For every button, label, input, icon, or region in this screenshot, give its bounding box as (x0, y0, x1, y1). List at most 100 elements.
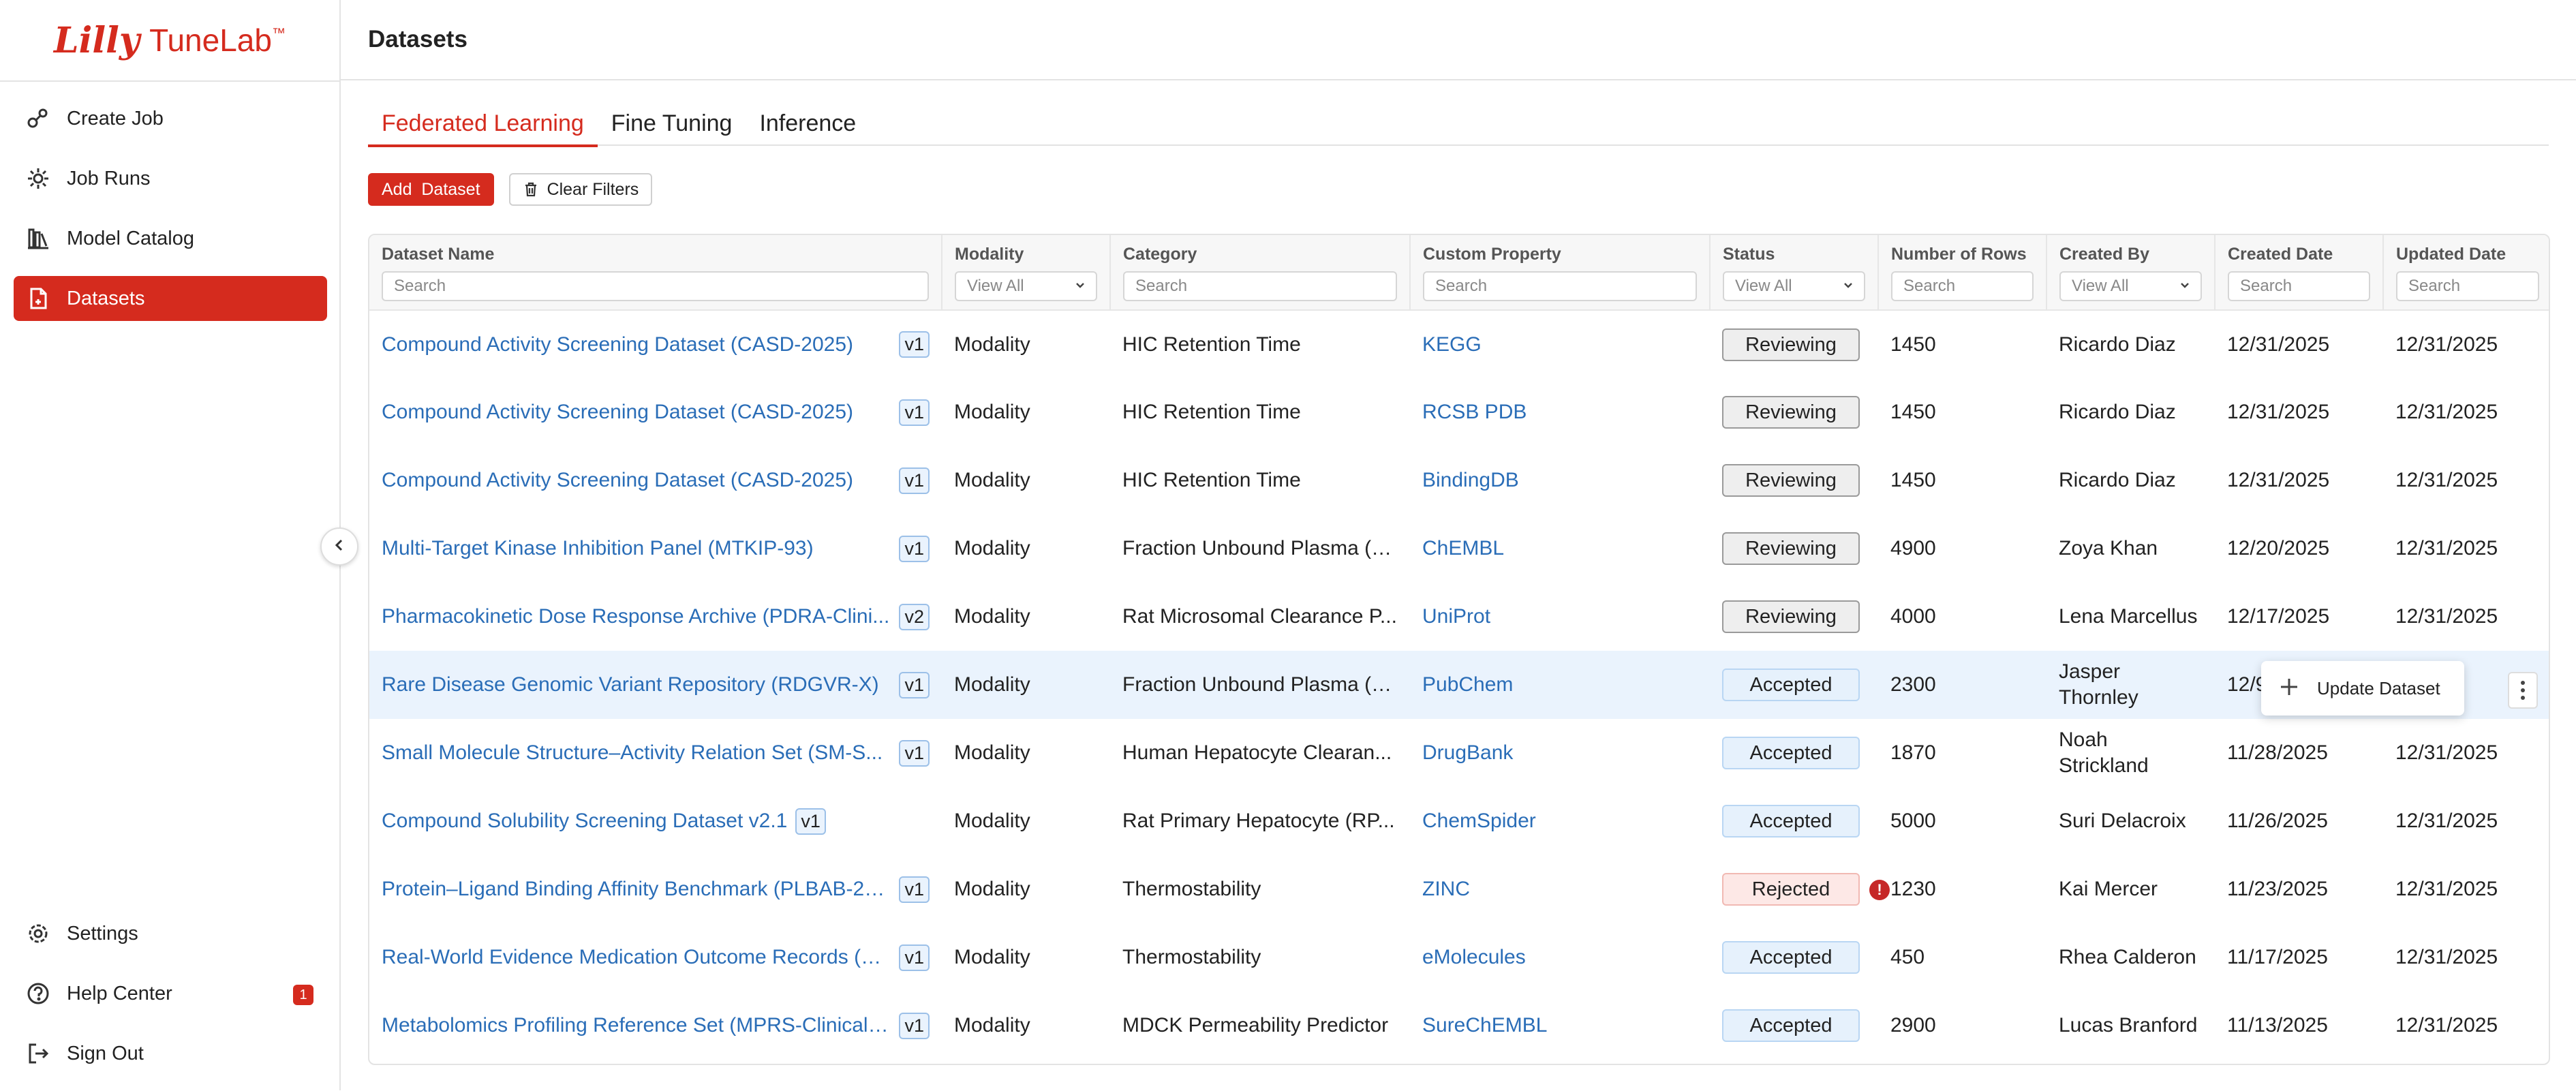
column-filter-select[interactable]: View All (2059, 271, 2202, 301)
custom-property-link[interactable]: eMolecules (1422, 946, 1526, 968)
tab-federated-learning[interactable]: Federated Learning (368, 102, 598, 147)
collapse-sidebar-button[interactable] (320, 527, 358, 566)
dataset-name-cell: Compound Activity Screening Dataset (CAS… (369, 378, 942, 446)
status-cell: Reviewing (1710, 310, 1878, 378)
custom-property-link[interactable]: DrugBank (1422, 741, 1513, 764)
version-badge: v1 (795, 808, 826, 835)
column-search-input[interactable]: Search (1891, 271, 2034, 301)
sidebar-item-help-center[interactable]: Help Center 1 (14, 971, 327, 1016)
dataset-name-link[interactable]: Protein–Ligand Binding Affinity Benchmar… (382, 878, 891, 901)
table-row[interactable]: Multi-Target Kinase Inhibition Panel (MT… (369, 514, 2549, 583)
table-row[interactable]: Pharmacokinetic Dose Response Archive (P… (369, 583, 2549, 651)
table-row[interactable]: Protein–Ligand Binding Affinity Benchmar… (369, 855, 2549, 923)
modality-cell: Modality (954, 1014, 1030, 1036)
bottom-nav: Settings Help Center 1 Sign Out (14, 911, 327, 1091)
add-dataset-button[interactable]: Add Dataset (368, 173, 494, 206)
column-header-label: Updated Date (2396, 245, 2506, 264)
dataset-name-link[interactable]: Multi-Target Kinase Inhibition Panel (MT… (382, 537, 814, 560)
lilly-logo: Lilly (54, 19, 140, 61)
dataset-name-link[interactable]: Metabolomics Profiling Reference Set (MP… (382, 1014, 891, 1037)
status-cell: Accepted (1710, 992, 1878, 1060)
custom-property-link[interactable]: PubChem (1422, 673, 1513, 696)
gear-icon (25, 165, 52, 192)
updated-date-cell: 12/31/2025 (2395, 741, 2498, 764)
sidebar-item-sign-out[interactable]: Sign Out (14, 1031, 327, 1076)
version-badge: v1 (899, 944, 930, 971)
dataset-name-link[interactable]: Compound Activity Screening Dataset (CAS… (382, 469, 853, 492)
filter-placeholder: Search (394, 277, 446, 295)
category-cell: Rat Primary Hepatocyte (RP... (1122, 810, 1395, 832)
sidebar-item-datasets[interactable]: Datasets (14, 276, 327, 321)
catalog-icon (25, 225, 52, 252)
table-row[interactable]: Rare Disease Genomic Variant Repository … (369, 651, 2549, 719)
chevron-down-icon (1074, 277, 1086, 296)
row-actions-kebab-icon[interactable] (2508, 672, 2538, 709)
dataset-name-link[interactable]: Real-World Evidence Medication Outcome R… (382, 946, 891, 969)
custom-property-cell: BindingDB (1410, 446, 1710, 514)
dataset-name-link[interactable]: Rare Disease Genomic Variant Repository … (382, 673, 879, 696)
column-search-input[interactable]: Search (382, 271, 929, 301)
dataset-name-cell: Compound Activity Screening Dataset (CAS… (369, 446, 942, 514)
custom-property-link[interactable]: UniProt (1422, 605, 1490, 628)
dataset-name-link[interactable]: Compound Activity Screening Dataset (CAS… (382, 401, 853, 424)
filter-placeholder: View All (1735, 277, 1792, 295)
column-header: Custom Property Search (1410, 235, 1711, 311)
modality-cell: Modality (954, 401, 1030, 423)
table-row[interactable]: Compound Activity Screening Dataset (CAS… (369, 446, 2549, 514)
created-date-cell: 12/17/2025 (2227, 605, 2330, 628)
sidebar-item-model-catalog[interactable]: Model Catalog (14, 216, 327, 261)
dataset-name-link[interactable]: Pharmacokinetic Dose Response Archive (P… (382, 605, 889, 628)
column-header: Updated Date Search (2383, 235, 2549, 311)
dataset-name-link[interactable]: Compound Activity Screening Dataset (CAS… (382, 333, 853, 356)
clear-filters-button[interactable]: Clear Filters (508, 173, 653, 206)
custom-property-link[interactable]: SureChEMBL (1422, 1014, 1547, 1036)
tab-fine-tuning[interactable]: Fine Tuning (598, 102, 746, 144)
created-date-cell: 12/20/2025 (2227, 537, 2330, 559)
table-row[interactable]: Real-World Evidence Medication Outcome R… (369, 923, 2549, 992)
table-row[interactable]: Compound Solubility Screening Dataset v2… (369, 787, 2549, 855)
modality-cell: Modality (954, 469, 1030, 491)
column-header-label: Dataset Name (382, 245, 495, 264)
column-search-input[interactable]: Search (1123, 271, 1397, 301)
custom-property-link[interactable]: KEGG (1422, 333, 1482, 356)
sidebar-item-settings[interactable]: Settings (14, 911, 327, 956)
dataset-name-cell: Compound Activity Screening Dataset (CAS… (369, 310, 942, 378)
error-icon[interactable]: ! (1869, 880, 1890, 900)
context-menu[interactable]: Update Dataset (2261, 661, 2464, 716)
custom-property-link[interactable]: RCSB PDB (1422, 401, 1527, 423)
status-cell: Reviewing (1710, 378, 1878, 446)
column-search-input[interactable]: Search (1423, 271, 1697, 301)
create-job-icon (25, 105, 52, 132)
custom-property-link[interactable]: ChEMBL (1422, 537, 1504, 559)
column-filter-select[interactable]: View All (1723, 271, 1865, 301)
tab-inference[interactable]: Inference (746, 102, 870, 144)
table-row[interactable]: Small Molecule Structure–Activity Relati… (369, 719, 2549, 787)
sidebar-item-create-job[interactable]: Create Job (14, 96, 327, 141)
tab-bar: Federated Learning Fine Tuning Inference (368, 102, 2549, 147)
custom-property-link[interactable]: BindingDB (1422, 469, 1519, 491)
table-row[interactable]: Compound Activity Screening Dataset (CAS… (369, 310, 2549, 378)
column-search-input[interactable]: Search (2228, 271, 2370, 301)
custom-property-cell: SureChEMBL (1410, 992, 1710, 1060)
custom-property-link[interactable]: ZINC (1422, 878, 1470, 900)
status-badge: Rejected (1722, 873, 1860, 906)
status-cell: Rejected! (1710, 855, 1890, 923)
column-search-input[interactable]: Search (2396, 271, 2539, 301)
status-badge: Reviewing (1722, 328, 1860, 361)
status-cell: Accepted (1710, 923, 1878, 992)
status-cell: Reviewing (1710, 583, 1878, 651)
column-header: Created Date Search (2215, 235, 2384, 311)
version-badge: v2 (899, 603, 930, 630)
custom-property-cell: ChEMBL (1410, 514, 1710, 583)
table-row[interactable]: Compound Activity Screening Dataset (CAS… (369, 378, 2549, 446)
sidebar-item-job-runs[interactable]: Job Runs (14, 156, 327, 201)
dataset-name-link[interactable]: Compound Solubility Screening Dataset v2… (382, 810, 787, 833)
update-dataset-menu-item[interactable]: Update Dataset (2317, 678, 2440, 699)
custom-property-link[interactable]: ChemSpider (1422, 810, 1536, 832)
status-cell: Reviewing (1710, 446, 1878, 514)
dataset-name-link[interactable]: Small Molecule Structure–Activity Relati… (382, 741, 883, 765)
table-row[interactable]: Metabolomics Profiling Reference Set (MP… (369, 992, 2549, 1060)
status-wrap: Reviewing (1722, 532, 1860, 565)
brand-logo[interactable]: Lilly TuneLab ™ (0, 0, 339, 82)
column-filter-select[interactable]: View All (955, 271, 1097, 301)
